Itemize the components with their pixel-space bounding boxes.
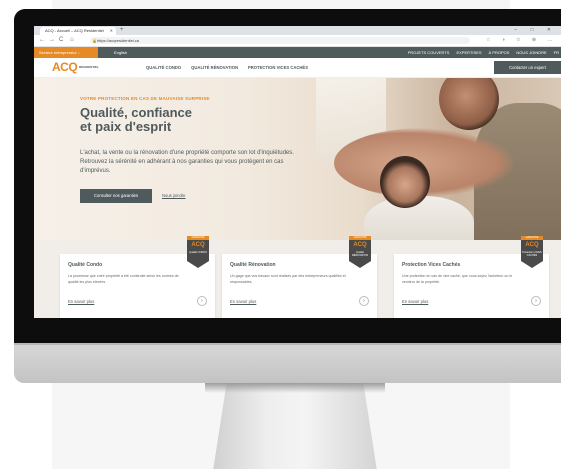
arrow-right-icon[interactable]: › — [531, 296, 541, 306]
tab-title: ACQ - Accueil – ACQ Résidentiel — [45, 28, 104, 33]
badge-top: GARANTIE — [349, 236, 371, 240]
lock-icon: 🔒 — [92, 38, 97, 43]
monitor-stand — [213, 383, 377, 469]
badge-logo: ACQ — [191, 242, 205, 248]
badge-icon: GARANTIE ACQ Qualité RÉNOVATION — [349, 236, 371, 268]
badge-icon: GARANTIE ACQ Protection VICES CACHÉS — [521, 236, 543, 268]
hero-title-line2: et paix d'esprit — [80, 119, 172, 134]
browser-tab[interactable]: ACQ - Accueil – ACQ Résidentiel ✕ — [40, 27, 116, 35]
badge-top: GARANTIE — [187, 236, 209, 240]
arrow-right-icon[interactable]: › — [359, 296, 369, 306]
toolbar-icons[interactable]: ☆ ◑ ✩ ⊕ … — [486, 35, 557, 46]
contact-us-link[interactable]: Nous joindre — [162, 189, 186, 203]
top-nav: PROJETS COUVERTS EXPERTISES À PROPOS NOU… — [408, 47, 561, 58]
hero-kicker: VOTRE PROTECTION EN CAS DE MAUVAISE SURP… — [80, 96, 210, 101]
consult-guarantees-button[interactable]: Consulter nos garanties — [80, 189, 152, 203]
badge-subtitle: Qualité CONDO — [189, 251, 207, 254]
site-logo[interactable]: ACQ — [52, 60, 78, 74]
nav-qualite-renovation[interactable]: QUALITÉ RÉNOVATION — [191, 58, 238, 77]
monitor-stand-shadow — [205, 383, 385, 393]
card-title: Qualité Rénovation — [230, 262, 276, 268]
forward-icon[interactable]: → — [49, 35, 55, 46]
hero-photo-woman-head — [380, 156, 430, 208]
top-nav-expertises[interactable]: EXPERTISES — [456, 47, 481, 58]
badge-icon: GARANTIE ACQ Qualité CONDO — [187, 236, 209, 268]
home-icon[interactable]: ⌂ — [70, 35, 74, 46]
top-nav-nous-joindre[interactable]: NOUS JOINDRE — [516, 47, 546, 58]
card-qualite-condo: GARANTIE ACQ Qualité CONDO Qualité Condo… — [60, 236, 215, 318]
refresh-icon[interactable]: C — [59, 35, 63, 46]
card-qualite-renovation: GARANTIE ACQ Qualité RÉNOVATION Qualité … — [222, 236, 377, 318]
card-text: Un gage que vos travaux sont réalisés pa… — [230, 274, 346, 284]
contact-expert-button[interactable]: Contacter un expert — [494, 61, 561, 74]
card-learn-more-link[interactable]: En savoir plus — [402, 299, 428, 304]
address-bar-row: ← → C ⌂ 🔒 https://acqresidentiel.ca ☆ ◑ … — [34, 35, 561, 47]
badge-subtitle: Qualité RÉNOVATION — [351, 251, 369, 257]
hero-title: Qualité, confiance et paix d'esprit — [80, 106, 280, 134]
main-nav: ACQ RÉSIDENTIEL QUALITÉ CONDO QUALITÉ RÉ… — [34, 58, 561, 78]
arrow-right-icon[interactable]: › — [197, 296, 207, 306]
nav-qualite-condo[interactable]: QUALITÉ CONDO — [146, 58, 181, 77]
monitor-chin-edge — [14, 343, 561, 345]
monitor-chin — [14, 343, 561, 383]
language-link[interactable]: English — [114, 47, 127, 58]
card-text: La promesse que votre propriété a été co… — [68, 274, 179, 284]
card-learn-more-link[interactable]: En savoir plus — [230, 299, 256, 304]
card-title: Protection Vices Cachés — [402, 262, 461, 268]
back-icon[interactable]: ← — [39, 35, 45, 46]
screen: ACQ - Accueil – ACQ Résidentiel ✕ + – □ … — [34, 26, 561, 318]
badge-logo: ACQ — [353, 242, 367, 248]
url-text: https://acqresidentiel.ca — [97, 38, 140, 43]
card-text: Une protection en cas de vice caché, que… — [402, 274, 513, 284]
window-controls[interactable]: – □ ✕ — [514, 26, 557, 35]
url-field[interactable]: 🔒 https://acqresidentiel.ca — [90, 37, 470, 44]
hero-lead: L'achat, la vente ou la rénovation d'une… — [80, 150, 294, 174]
main-nav-links: QUALITÉ CONDO QUALITÉ RÉNOVATION PROTECT… — [146, 58, 308, 77]
top-nav-projets[interactable]: PROJETS COUVERTS — [408, 47, 450, 58]
card-learn-more-link[interactable]: En savoir plus — [68, 299, 94, 304]
guarantee-cards: GARANTIE ACQ Qualité CONDO Qualité Condo… — [34, 236, 561, 318]
hero-title-line1: Qualité, confiance — [80, 105, 192, 120]
browser-tab-bar: ACQ - Accueil – ACQ Résidentiel ✕ + – □ … — [34, 26, 561, 35]
sector-dropdown[interactable]: Secteur entrepreneur ↓ — [34, 47, 98, 58]
card-title: Qualité Condo — [68, 262, 103, 268]
top-nav-lang[interactable]: FR — [554, 47, 559, 58]
nav-protection-vices-caches[interactable]: PROTECTION VICES CACHÉS — [248, 58, 308, 77]
new-tab-button[interactable]: + — [120, 26, 124, 35]
close-icon[interactable]: ✕ — [110, 27, 113, 35]
top-nav-a-propos[interactable]: À PROPOS — [489, 47, 510, 58]
logo-subtitle: RÉSIDENTIEL — [79, 65, 99, 69]
card-protection-vices-caches: GARANTIE ACQ Protection VICES CACHÉS Pro… — [394, 236, 549, 318]
badge-subtitle: Protection VICES CACHÉS — [522, 251, 542, 257]
badge-top: GARANTIE — [521, 236, 543, 240]
badge-logo: ACQ — [525, 242, 539, 248]
stage: ACQ - Accueil – ACQ Résidentiel ✕ + – □ … — [0, 0, 561, 469]
site-top-bar: Secteur entrepreneur ↓ English PROJETS C… — [34, 47, 561, 58]
